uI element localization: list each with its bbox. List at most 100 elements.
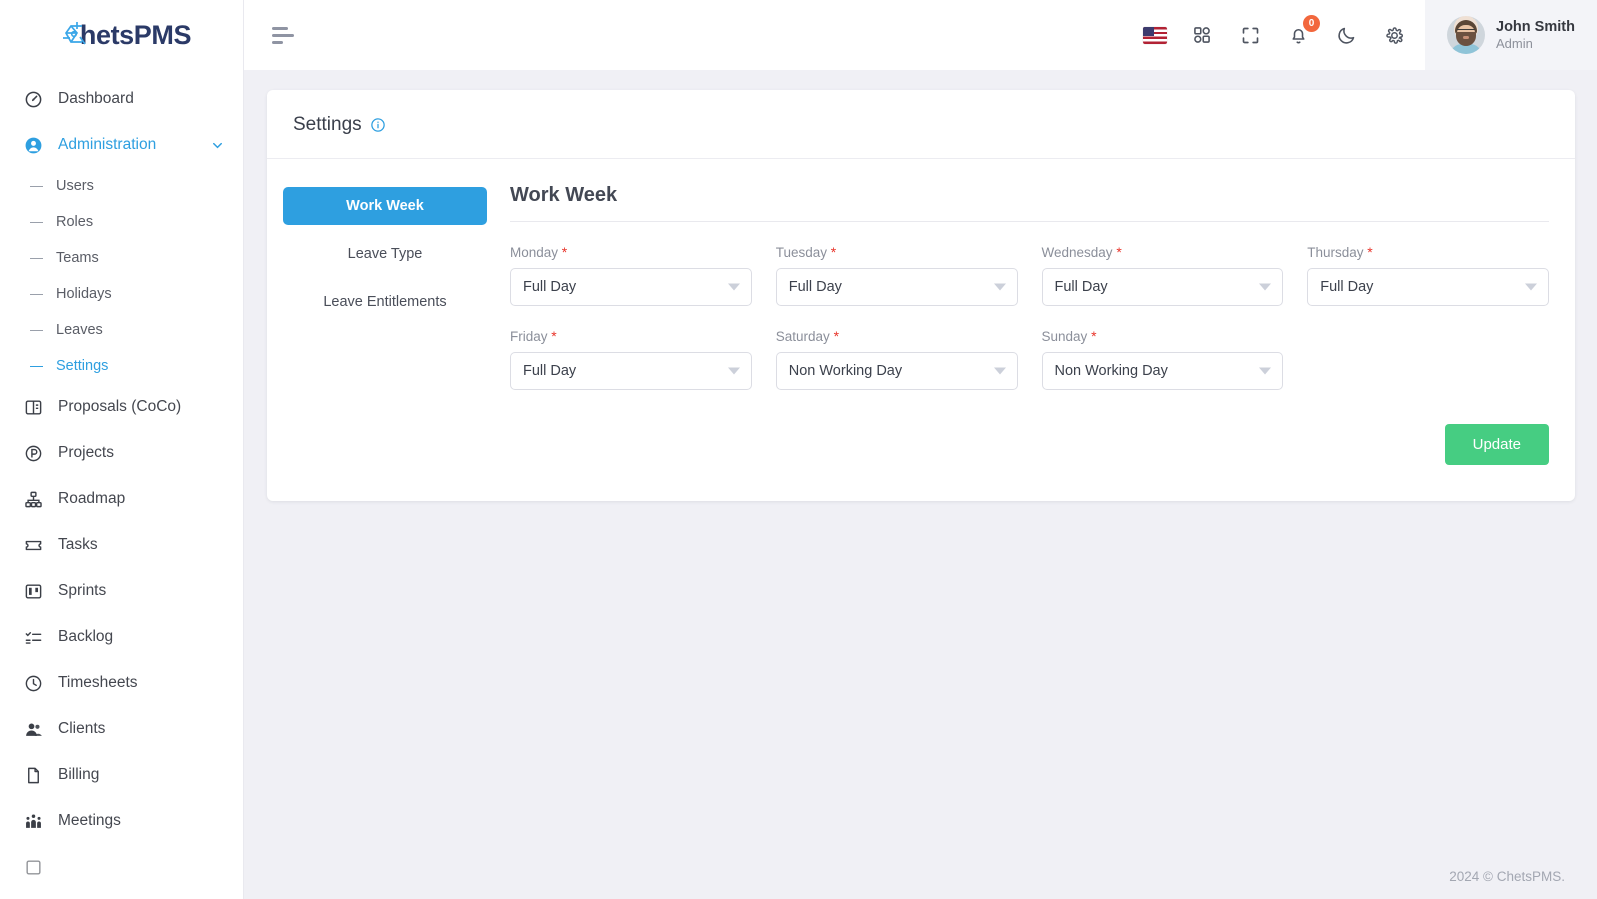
settings-card: Settings Work Week Leave Type Leave Enti… — [267, 90, 1575, 501]
sidebar-item-tasks[interactable]: Tasks — [0, 522, 243, 568]
sidebar-subitem-settings[interactable]: Settings — [0, 348, 243, 384]
avatar-glasses — [1457, 29, 1475, 34]
required-marker: * — [833, 328, 840, 344]
sidebar-item-roadmap[interactable]: Roadmap — [0, 476, 243, 522]
sidebar-item-label: Backlog — [58, 628, 114, 645]
project-circle-p-icon — [22, 442, 44, 464]
select-value: Full Day — [523, 279, 577, 295]
avatar — [1447, 16, 1485, 54]
tab-leave-type[interactable]: Leave Type — [283, 235, 487, 273]
us-flag-icon[interactable] — [1143, 26, 1167, 44]
sidebar-item-sprints[interactable]: Sprints — [0, 568, 243, 614]
field-sunday: Sunday * Non Working Day — [1041, 328, 1284, 390]
field-tuesday: Tuesday * Full Day — [775, 244, 1018, 306]
dash-icon — [30, 329, 43, 331]
user-name: John Smith — [1496, 18, 1575, 35]
sidebar-item-administration[interactable]: Administration — [0, 122, 243, 168]
chevron-down-icon — [1259, 367, 1272, 375]
select-value: Full Day — [788, 279, 842, 295]
hamburger-line — [272, 33, 294, 37]
select-value: Full Day — [1054, 279, 1108, 295]
gear-icon[interactable] — [1381, 22, 1407, 48]
fullscreen-icon[interactable] — [1237, 22, 1263, 48]
sidebar-item-billing[interactable]: Billing — [0, 752, 243, 798]
flag-canton — [1143, 26, 1154, 36]
sidebar-subitem-holidays[interactable]: Holidays — [0, 276, 243, 312]
sidebar-subitem-label: Settings — [56, 358, 109, 374]
info-circle-icon[interactable] — [370, 117, 386, 133]
field-label: Sunday * — [1041, 328, 1097, 344]
settings-tabs: Work Week Leave Type Leave Entitlements — [283, 184, 487, 465]
hamburger-line — [272, 26, 288, 30]
chevron-down-icon — [1525, 283, 1537, 291]
work-week-grid: Monday * Full Day Tuesday * Full Day Wed… — [510, 244, 1549, 390]
form-actions: Update — [510, 424, 1549, 465]
select-value: Non Working Day — [788, 363, 903, 379]
moon-icon[interactable] — [1333, 22, 1359, 48]
select-saturday[interactable]: Non Working Day — [775, 352, 1018, 390]
logo-mark-icon — [60, 18, 94, 52]
grid-apps-icon[interactable] — [1189, 22, 1215, 48]
sidebar-item-label: Projects — [58, 444, 114, 461]
page-title: Settings — [293, 114, 362, 135]
speedometer-icon — [22, 88, 44, 110]
user-role: Admin — [1496, 35, 1533, 51]
select-friday[interactable]: Full Day — [510, 352, 752, 390]
app-logo[interactable]: hetsPMS — [0, 0, 243, 70]
select-thursday[interactable]: Full Day — [1307, 268, 1549, 306]
field-label: Wednesday * — [1041, 244, 1122, 260]
people-group-icon — [22, 810, 44, 832]
sidebar-subitem-users[interactable]: Users — [0, 168, 243, 204]
field-label: Friday * — [510, 328, 557, 344]
required-marker: * — [1116, 244, 1122, 260]
chevron-down-icon[interactable] — [210, 138, 225, 153]
update-button[interactable]: Update — [1444, 424, 1549, 465]
dash-icon — [30, 293, 43, 295]
select-monday[interactable]: Full Day — [510, 268, 752, 306]
document-icon — [22, 764, 44, 786]
sidebar-subitem-roles[interactable]: Roles — [0, 204, 243, 240]
notification-badge: 0 — [1303, 15, 1320, 32]
sidebar-item-clients[interactable]: Clients — [0, 706, 243, 752]
field-label: Saturday * — [775, 328, 840, 344]
sidebar-item-meetings[interactable]: Meetings — [0, 798, 243, 844]
settings-card-body: Work Week Leave Type Leave Entitlements … — [267, 159, 1575, 501]
bell-icon[interactable]: 0 — [1285, 15, 1320, 48]
sidebar-subitem-label: Holidays — [56, 286, 112, 302]
required-marker: * — [830, 244, 837, 260]
tab-work-week[interactable]: Work Week — [283, 187, 487, 225]
sidebar-subitem-teams[interactable]: Teams — [0, 240, 243, 276]
board-icon — [22, 580, 44, 602]
tab-leave-entitlements[interactable]: Leave Entitlements — [283, 283, 487, 321]
select-wednesday[interactable]: Full Day — [1041, 268, 1284, 306]
main-content: Settings Work Week Leave Type Leave Enti… — [244, 70, 1597, 899]
sidebar-item-label: Administration — [58, 136, 157, 153]
clock-icon — [22, 672, 44, 694]
sidebar-item-projects[interactable]: Projects — [0, 430, 243, 476]
field-monday: Monday * Full Day — [510, 244, 752, 306]
app-root: hetsPMS Dashboard Administration Users R… — [0, 0, 1597, 899]
topbar: 0 John Smith Admin — [244, 0, 1597, 70]
sidebar-item-dashboard[interactable]: Dashboard — [0, 76, 243, 122]
avatar-mouth — [1463, 36, 1469, 39]
sidebar-item-partial[interactable] — [0, 844, 243, 890]
sidebar-subitem-label: Leaves — [56, 322, 103, 338]
field-label: Thursday * — [1307, 244, 1373, 260]
user-menu[interactable]: John Smith Admin — [1425, 0, 1597, 70]
sidebar-item-backlog[interactable]: Backlog — [0, 614, 243, 660]
hamburger-icon[interactable] — [272, 26, 298, 44]
sidebar-nav: Dashboard Administration Users Roles Tea… — [0, 70, 243, 890]
checklist-icon — [22, 626, 44, 648]
sidebar-item-proposals[interactable]: Proposals (CoCo) — [0, 384, 243, 430]
select-sunday[interactable]: Non Working Day — [1041, 352, 1284, 390]
select-tuesday[interactable]: Full Day — [775, 268, 1018, 306]
sidebar-subitem-leaves[interactable]: Leaves — [0, 312, 243, 348]
select-value: Non Working Day — [1054, 363, 1168, 379]
sidebar-item-timesheets[interactable]: Timesheets — [0, 660, 243, 706]
sidebar-item-label: Billing — [58, 766, 100, 783]
hamburger-line — [272, 40, 283, 44]
user-meta: John Smith Admin — [1496, 18, 1575, 52]
sidebar-item-label: Roadmap — [58, 490, 126, 507]
hierarchy-icon — [22, 488, 44, 510]
required-marker: * — [561, 244, 568, 260]
